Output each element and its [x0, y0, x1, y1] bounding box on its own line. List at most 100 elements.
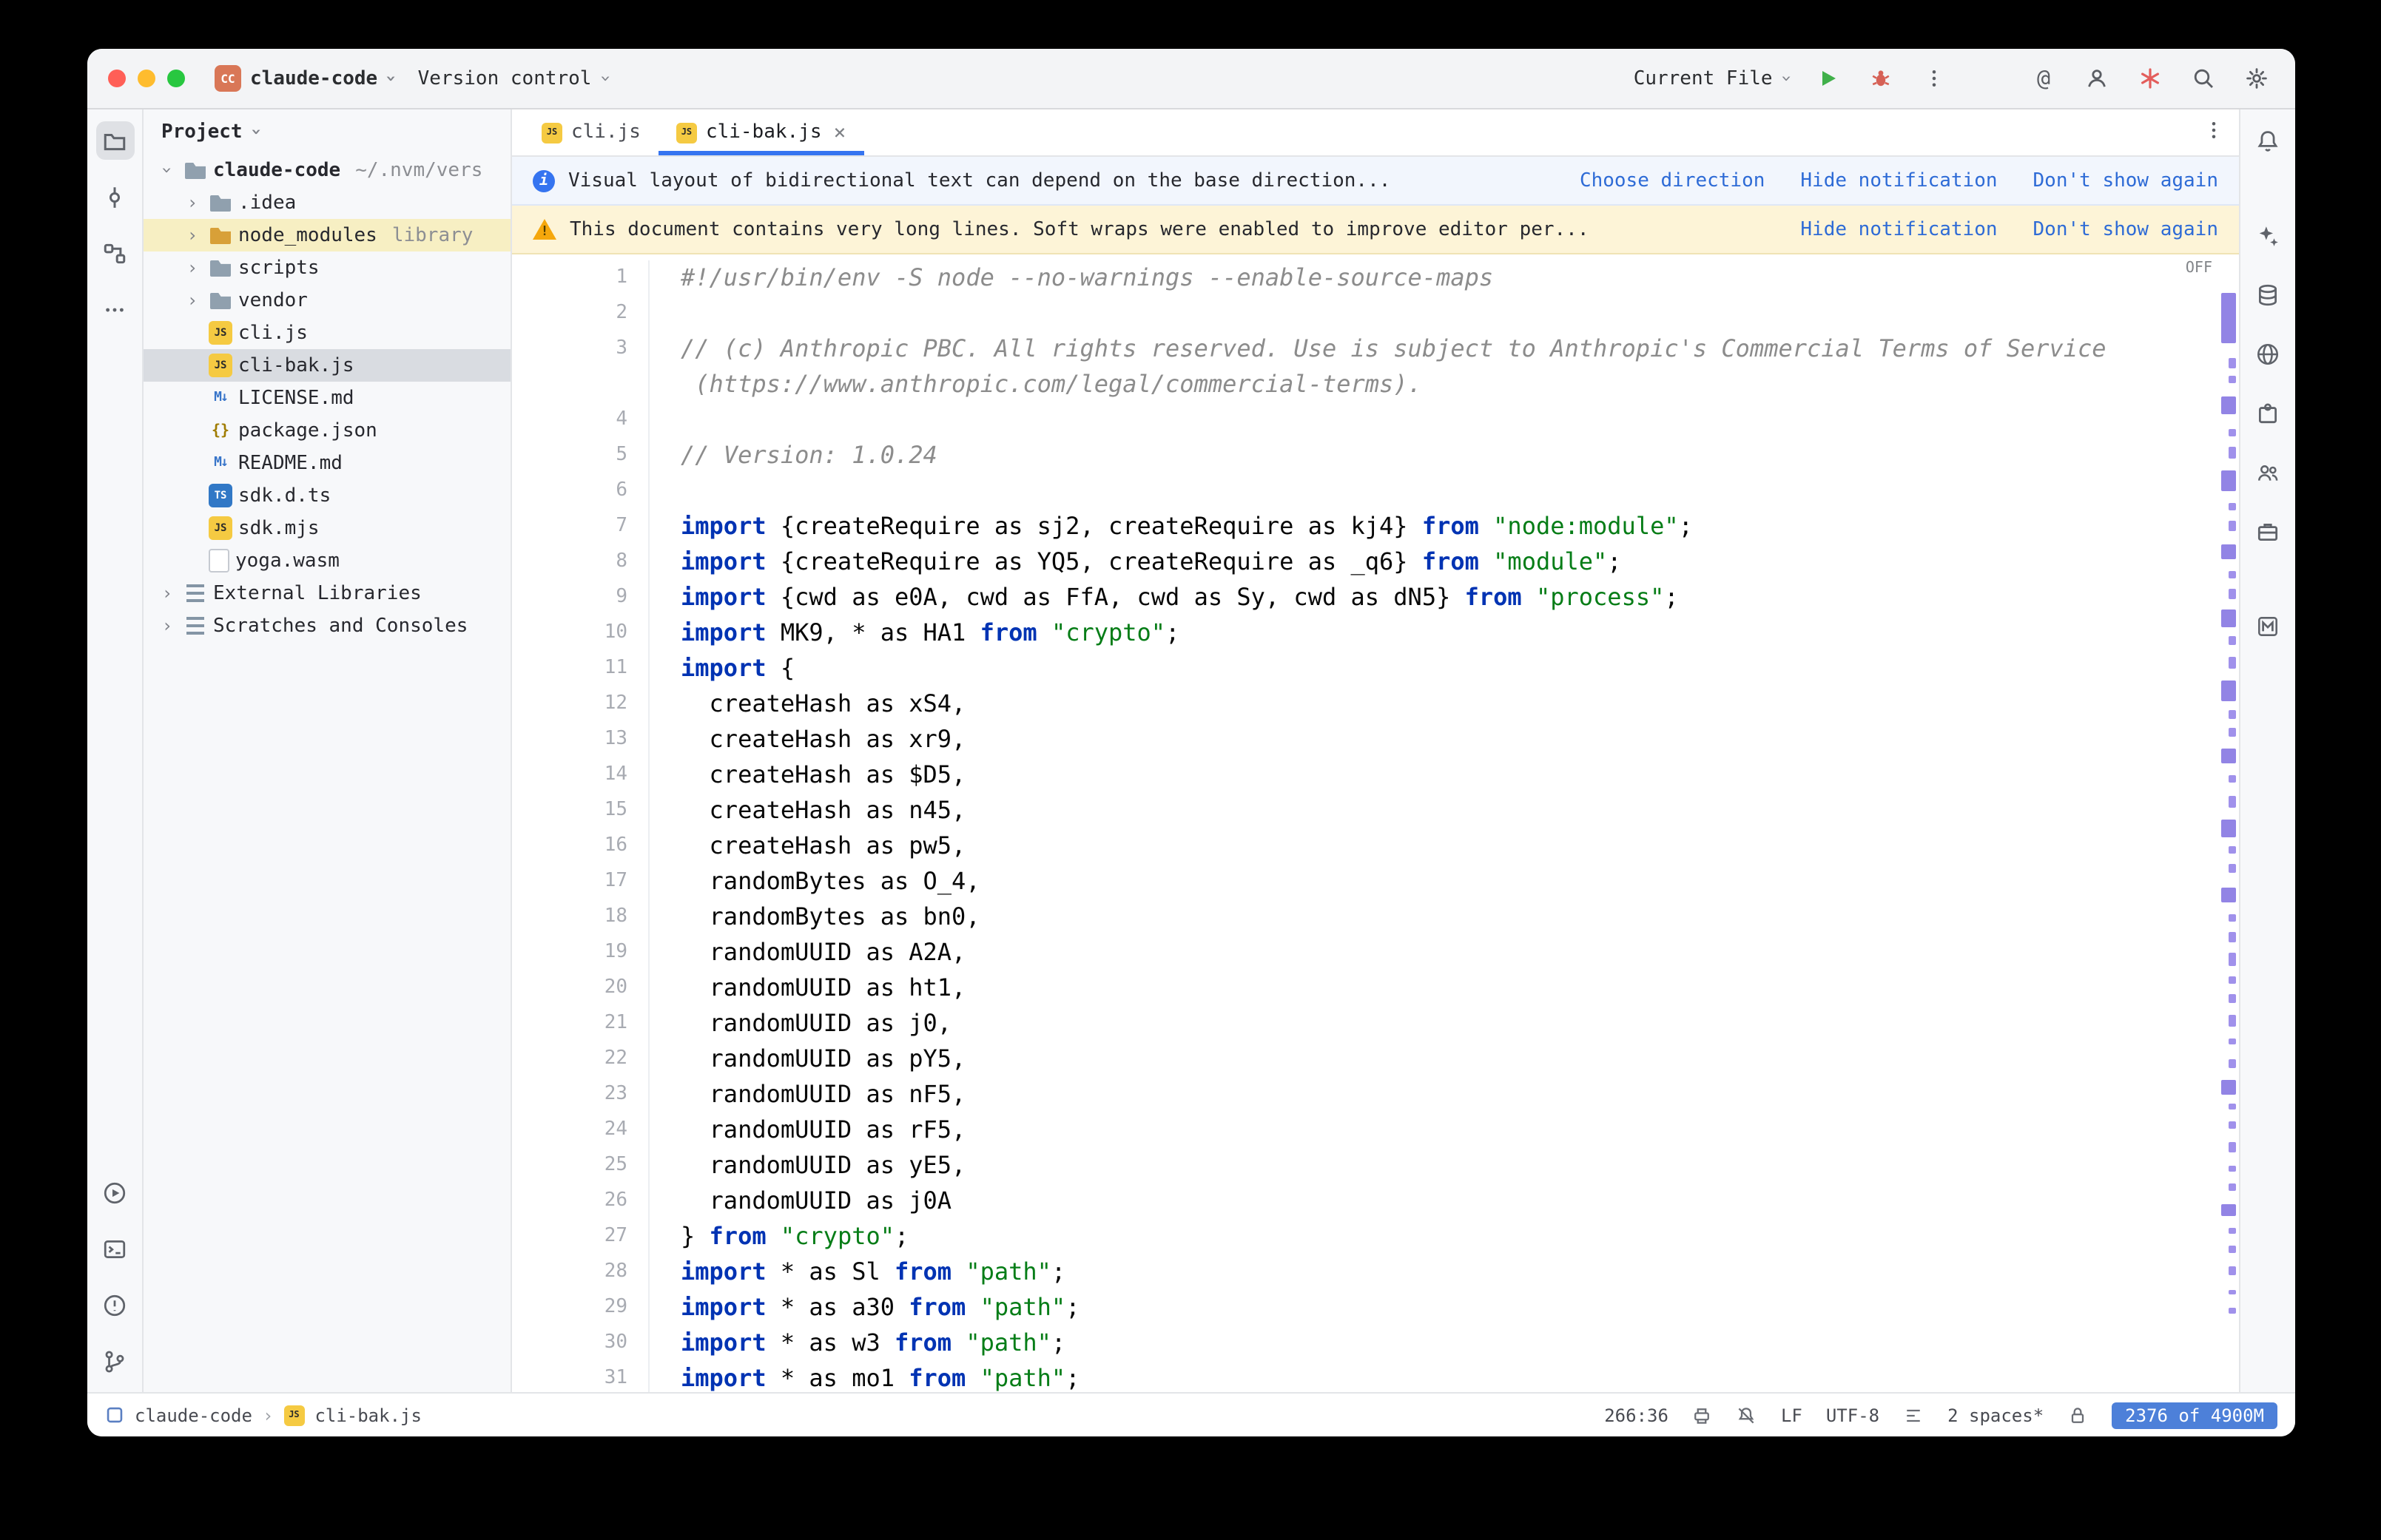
banner-link[interactable]: Don't show again	[2033, 169, 2218, 192]
banner-link[interactable]: Hide notification	[1800, 218, 1997, 240]
line-number[interactable]: 3	[512, 331, 648, 367]
line-number[interactable]: 26	[512, 1183, 648, 1219]
tree-item[interactable]: JScli-bak.js	[144, 349, 511, 382]
line-number[interactable]: 23	[512, 1077, 648, 1112]
code-line[interactable]: 17 randomBytes as O_4,	[512, 864, 2218, 899]
user-icon[interactable]	[2079, 61, 2115, 96]
notifications-icon[interactable]	[2249, 121, 2287, 160]
code-line[interactable]: 23 randomUUID as nF5,	[512, 1077, 2218, 1112]
more-tools-icon[interactable]	[95, 290, 134, 328]
line-number[interactable]: 21	[512, 1006, 648, 1041]
tree-item[interactable]: M↓LICENSE.md	[144, 382, 511, 414]
project-tool-icon[interactable]	[95, 121, 134, 160]
chevron-icon[interactable]: ›	[182, 290, 203, 311]
at-icon[interactable]: @	[2026, 61, 2061, 96]
tab-options-icon[interactable]	[2203, 119, 2224, 146]
line-number[interactable]: 1	[512, 260, 648, 296]
breadcrumb-project[interactable]: claude-code	[135, 1405, 252, 1425]
line-number[interactable]: 30	[512, 1325, 648, 1361]
printer-icon[interactable]	[1692, 1405, 1713, 1425]
tree-item[interactable]: ›Scratches and Consoles	[144, 609, 511, 642]
search-icon[interactable]	[2186, 61, 2221, 96]
chevron-icon[interactable]: ›	[157, 615, 178, 636]
code-line[interactable]: 30import * as w3 from "path";	[512, 1325, 2218, 1361]
tree-item[interactable]: yoga.wasm	[144, 544, 511, 577]
line-number[interactable]: 6	[512, 473, 648, 509]
code-line[interactable]: 7import {createRequire as sj2, createReq…	[512, 509, 2218, 544]
line-number[interactable]: 19	[512, 935, 648, 970]
editor-tab[interactable]: JScli-bak.js×	[659, 109, 863, 155]
code-line[interactable]: 26 randomUUID as j0A	[512, 1183, 2218, 1219]
code-line[interactable]: 10import MK9, * as HA1 from "crypto";	[512, 615, 2218, 651]
code-line[interactable]: 13 createHash as xr9,	[512, 722, 2218, 757]
globe-icon[interactable]	[2249, 334, 2287, 373]
tree-item[interactable]: ›claude-code~/.nvm/vers	[144, 154, 511, 186]
tree-item[interactable]: ›vendor	[144, 284, 511, 317]
version-control-tool-icon[interactable]	[95, 1342, 134, 1380]
line-number[interactable]: 11	[512, 651, 648, 686]
commit-tool-icon[interactable]	[95, 178, 134, 216]
code-line[interactable]: 18 randomBytes as bn0,	[512, 899, 2218, 935]
code-line[interactable]: 1#!/usr/bin/env -S node --no-warnings --…	[512, 260, 2218, 296]
problems-tool-icon[interactable]	[95, 1286, 134, 1324]
line-number[interactable]: 12	[512, 686, 648, 722]
line-number[interactable]: 24	[512, 1112, 648, 1148]
caret-position[interactable]: 266:36	[1604, 1405, 1668, 1425]
code-line[interactable]: 24 randomUUID as rF5,	[512, 1112, 2218, 1148]
line-number[interactable]: 14	[512, 757, 648, 793]
code-line[interactable]: 3// (c) Anthropic PBC. All rights reserv…	[512, 331, 2218, 367]
chevron-icon[interactable]: ›	[182, 225, 203, 246]
maven-icon[interactable]	[2249, 607, 2287, 645]
breadcrumb-file[interactable]: cli-bak.js	[314, 1405, 422, 1425]
tree-item[interactable]: ›node_moduleslibrary	[144, 219, 511, 251]
tree-item[interactable]: JScli.js	[144, 317, 511, 349]
debug-button[interactable]	[1863, 61, 1899, 96]
line-number[interactable]: 20	[512, 970, 648, 1006]
memory-indicator[interactable]: 2376 of 4900M	[2112, 1402, 2277, 1428]
banner-link[interactable]: Choose direction	[1580, 169, 1765, 192]
code-line[interactable]: 16 createHash as pw5,	[512, 828, 2218, 864]
close-tab-icon[interactable]: ×	[834, 121, 846, 144]
tree-item[interactable]: ›External Libraries	[144, 577, 511, 609]
vcs-widget[interactable]: Version control ›	[418, 67, 611, 90]
line-number[interactable]: 8	[512, 544, 648, 580]
code-style-icon[interactable]	[1903, 1405, 1924, 1425]
close-window-button[interactable]	[108, 70, 126, 87]
code-line[interactable]: 5// Version: 1.0.24	[512, 438, 2218, 473]
plugin-icon[interactable]	[2249, 394, 2287, 432]
line-number[interactable]: 9	[512, 580, 648, 615]
code-line[interactable]: 21 randomUUID as j0,	[512, 1006, 2218, 1041]
asterisk-icon[interactable]	[2132, 61, 2168, 96]
error-stripe[interactable]	[2218, 254, 2239, 1392]
line-number[interactable]: 10	[512, 615, 648, 651]
run-button[interactable]	[1810, 61, 1845, 96]
code-line[interactable]: 12 createHash as xS4,	[512, 686, 2218, 722]
code-editor[interactable]: 1#!/usr/bin/env -S node --no-warnings --…	[512, 254, 2239, 1392]
line-number[interactable]: 18	[512, 899, 648, 935]
code-line[interactable]: 19 randomUUID as A2A,	[512, 935, 2218, 970]
code-line[interactable]: (https://www.anthropic.com/legal/commerc…	[512, 367, 2218, 402]
project-selector[interactable]: CC claude-code ›	[215, 65, 397, 92]
minimize-window-button[interactable]	[138, 70, 155, 87]
tree-item[interactable]: TSsdk.d.ts	[144, 479, 511, 512]
chevron-icon[interactable]: ›	[182, 257, 203, 278]
code-line[interactable]: 28import * as Sl from "path";	[512, 1254, 2218, 1290]
code-line[interactable]: 11import {	[512, 651, 2218, 686]
collaboration-icon[interactable]	[2249, 453, 2287, 491]
services-icon[interactable]	[2249, 512, 2287, 550]
code-line[interactable]: 14 createHash as $D5,	[512, 757, 2218, 793]
chevron-icon[interactable]: ›	[182, 192, 203, 213]
line-number[interactable]: 27	[512, 1219, 648, 1254]
file-encoding[interactable]: UTF-8	[1826, 1405, 1879, 1425]
code-line[interactable]: 15 createHash as n45,	[512, 793, 2218, 828]
editor-tab[interactable]: JScli.js	[524, 109, 659, 155]
line-number[interactable]: 4	[512, 402, 648, 438]
project-panel-header[interactable]: Project ›	[144, 109, 511, 154]
code-line[interactable]: 9import {cwd as e0A, cwd as FfA, cwd as …	[512, 580, 2218, 615]
line-number[interactable]: 17	[512, 864, 648, 899]
tree-item[interactable]: ›.idea	[144, 186, 511, 219]
line-number[interactable]: 13	[512, 722, 648, 757]
chevron-icon[interactable]: ›	[157, 160, 178, 180]
code-line[interactable]: 8import {createRequire as YQ5, createReq…	[512, 544, 2218, 580]
ai-assistant-icon[interactable]	[2249, 216, 2287, 254]
